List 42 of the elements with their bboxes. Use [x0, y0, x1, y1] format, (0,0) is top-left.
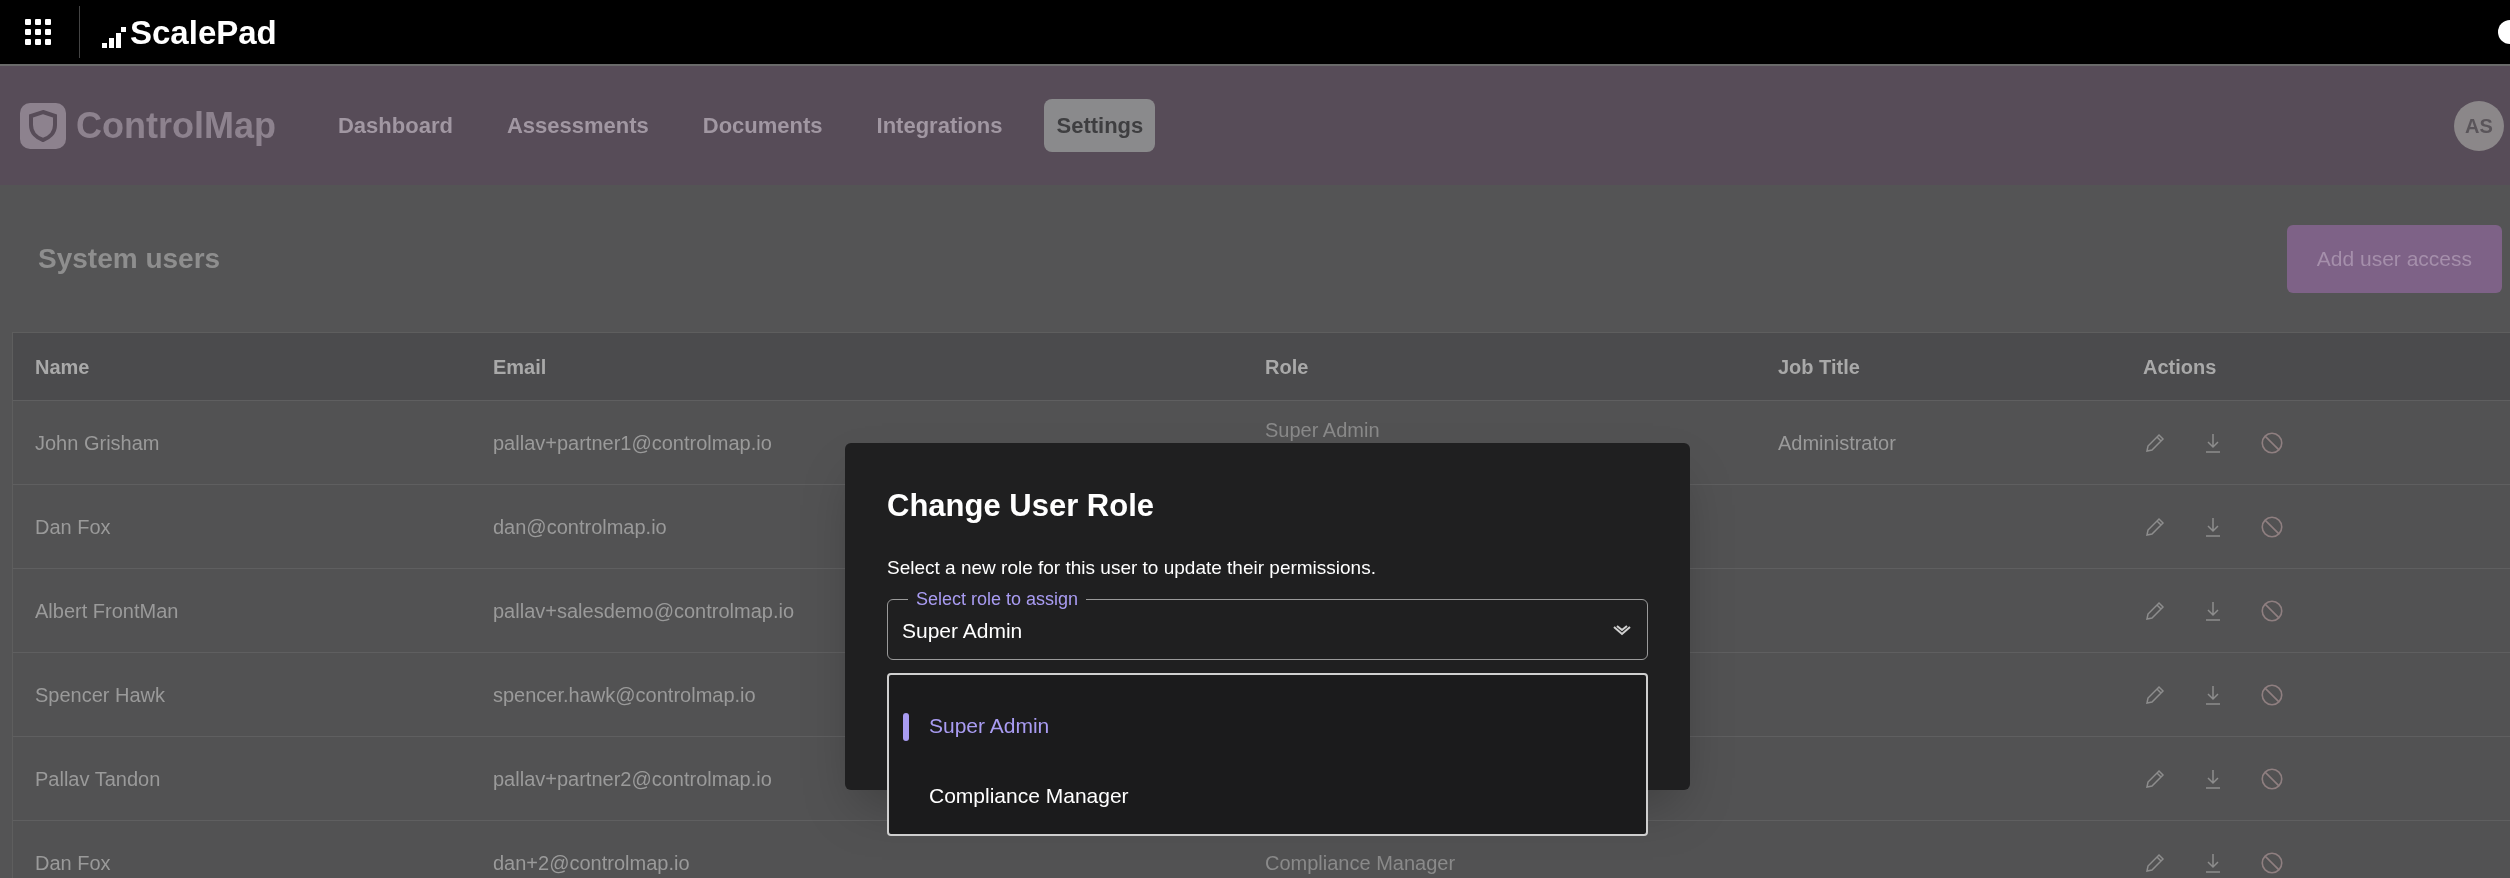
dialog-title: Change User Role [887, 487, 1155, 525]
help-icon[interactable] [2496, 19, 2510, 45]
ban-icon[interactable] [2259, 765, 2285, 792]
column-header: Name [35, 355, 90, 378]
selection-bar [903, 713, 909, 741]
nav-tab[interactable]: Assessments [494, 99, 661, 152]
table-cell: dan@controlmap.io [493, 515, 667, 538]
table-cell: pallav+salesdemo@controlmap.io [493, 599, 794, 622]
table-cell: Pallav Tandon [35, 767, 161, 790]
nav-tab[interactable]: Dashboard [325, 99, 465, 152]
dialog-description: Select a new role for this user to update their permissions. [887, 555, 1377, 580]
ban-icon[interactable] [2259, 681, 2285, 708]
table-cell: pallav+partner2@controlmap.io [493, 767, 772, 790]
nav-tab[interactable]: Integrations [864, 99, 1015, 152]
ban-icon[interactable] [2259, 429, 2285, 456]
ban-icon[interactable] [2259, 849, 2285, 876]
column-header: Actions [2143, 355, 2217, 378]
apps-grid-icon[interactable] [25, 19, 51, 45]
nav-tab[interactable]: Settings [1044, 99, 1156, 152]
column-header: Email [493, 355, 547, 378]
table-cell: Administrator [1778, 431, 1896, 454]
table-cell: pallav+partner1@controlmap.io [493, 431, 772, 454]
table-cell: Dan Fox [35, 851, 111, 874]
table-cell: spencer.hawk@controlmap.io [493, 683, 756, 706]
logo-icon [102, 26, 126, 49]
table-cell: Albert FrontMan [35, 599, 179, 622]
table-cell: John Grisham [35, 431, 160, 454]
shield-icon [20, 102, 66, 149]
column-header: Job Title [1778, 355, 1860, 378]
brand-name: ScalePad [130, 15, 277, 49]
table-cell: Dan Fox [35, 515, 111, 538]
ban-icon[interactable] [2259, 513, 2285, 540]
table-cell: dan+2@controlmap.io [493, 851, 690, 874]
role-option[interactable]: Compliance Manager [889, 761, 1646, 831]
role-option[interactable]: Super Admin [889, 691, 1646, 761]
table-cell: Spencer Hawk [35, 683, 166, 706]
nav-tab[interactable]: Documents [690, 99, 835, 152]
column-header: Role [1265, 355, 1309, 378]
page-title: System users [38, 241, 221, 276]
ban-icon[interactable] [2259, 597, 2285, 624]
table-cell-text: Compliance Manager [1265, 850, 1457, 876]
table-cell-text: Super Admin [1265, 417, 1381, 443]
